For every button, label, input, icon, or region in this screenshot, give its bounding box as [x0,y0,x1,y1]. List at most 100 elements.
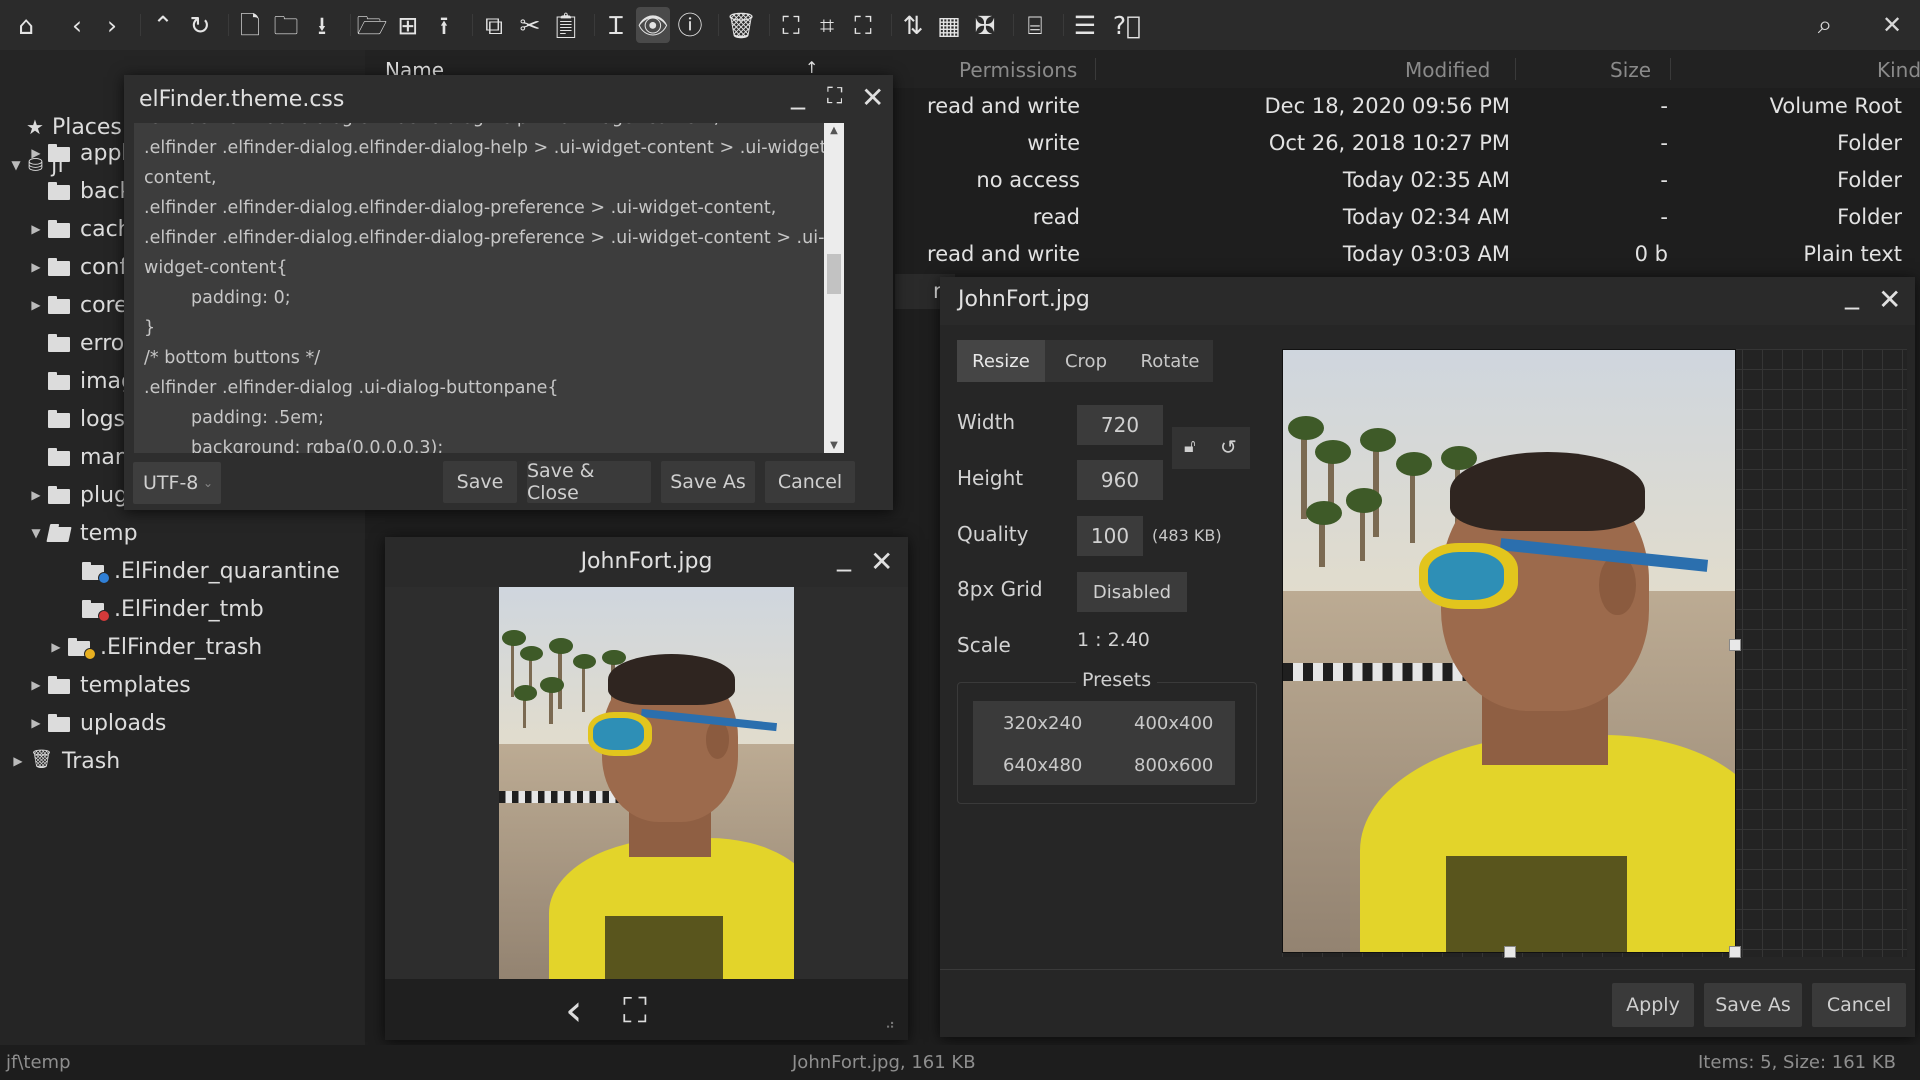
column-kind[interactable]: Kind [1877,58,1920,82]
expand-arrow-icon[interactable]: ▶ [28,260,44,274]
sort-icon[interactable]: ⇅ [896,7,930,43]
editor-dialog-titlebar[interactable]: elFinder.theme.css _ ⛶ ✕ [124,75,893,123]
tree-item[interactable]: logs [28,402,125,436]
view-grid-icon[interactable]: ▦ [932,7,966,43]
back-icon[interactable]: ‹ [60,7,94,43]
reload-icon[interactable]: ↻ [183,7,217,43]
resize-grip-icon[interactable]: ⣠ [885,1013,895,1029]
preferences-icon[interactable]: ☰ [1068,7,1102,43]
resize-handle-right[interactable] [1729,639,1741,651]
new-file-icon[interactable]: 🗋 [233,7,267,43]
expand-arrow-icon[interactable]: ▶ [28,298,44,312]
tree-item[interactable]: .ElFinder_quarantine [62,554,340,588]
file-row[interactable]: read and write Dec 18, 2020 09:56 PM - Volu… [900,88,1920,125]
minimize-icon[interactable]: _ [837,542,851,570]
save-close-button[interactable]: Save & Close [527,460,651,504]
preview-dialog-titlebar[interactable]: JohnFort.jpg _ ✕ [385,537,908,587]
netmount-icon[interactable]: ⌸ [1018,7,1052,43]
rename-icon[interactable]: Ɪ [599,7,633,43]
expand-arrow-icon[interactable]: ▶ [28,146,44,160]
width-input[interactable]: 720 [1077,405,1163,445]
close-icon[interactable]: ✕ [870,548,893,576]
scroll-up-icon[interactable]: ▲ [824,125,844,136]
upload-icon[interactable]: ⭱ [427,7,461,43]
column-size[interactable]: Size [1610,58,1651,82]
preview-image[interactable] [499,587,794,979]
tree-item[interactable]: ▶ cach [28,212,131,246]
tab-resize[interactable]: Resize [957,340,1045,382]
up-icon[interactable]: ⌃ [146,7,180,43]
tree-item[interactable]: back [28,174,132,208]
resize-icon[interactable]: ⛶ [774,7,808,43]
search-icon[interactable]: ⌕ [1808,7,1842,43]
quality-input[interactable]: 100 [1077,516,1143,556]
editor-scrollbar[interactable]: ▲ ▼ [824,123,844,453]
save-as-button[interactable]: Save As [1704,983,1802,1027]
resize-handle-bottom[interactable] [1504,946,1516,958]
cancel-button[interactable]: Cancel [765,461,855,503]
lock-icon[interactable]: 🔓︎ [1184,436,1196,457]
image-canvas[interactable] [1282,349,1907,958]
column-modified[interactable]: Modified [1405,58,1490,82]
expand-arrow-icon[interactable]: ▶ [48,640,64,654]
tree-item[interactable]: ▶ core [28,288,127,322]
help-icon[interactable]: ?⃝ [1110,7,1144,43]
reset-icon[interactable]: ↺ [1220,435,1237,459]
fullscreen-icon[interactable]: ⛶ [827,86,842,108]
expand-arrow-icon[interactable]: ▶ [28,222,44,236]
tree-item[interactable]: ▶ uploads [28,706,166,740]
tree-item[interactable]: ▶ .ElFinder_trash [48,630,262,664]
info-icon[interactable]: ⓘ [673,7,707,43]
home-icon[interactable]: ⌂ [9,7,43,43]
tab-crop[interactable]: Crop [1045,340,1127,382]
quicklook-icon[interactable]: 👁︎ [636,7,670,43]
tab-rotate[interactable]: Rotate [1127,340,1213,382]
minimize-icon[interactable]: _ [791,80,805,108]
save-button[interactable]: Save [443,461,517,503]
tree-item[interactable]: ▼ temp [28,516,137,550]
file-row[interactable]: read Today 02:34 AM - Folder [900,199,1920,236]
code-editor[interactable]: .elfinder .elfinder-dialog.elfinder-dial… [134,123,824,453]
forward-icon[interactable]: › [95,7,129,43]
crop-icon[interactable]: ⌗ [810,7,844,43]
delete-icon[interactable]: 🗑︎ [724,7,758,43]
file-row[interactable]: read and write Today 03:03 AM 0 b Plain tex… [900,236,1920,273]
tree-item[interactable]: ▶ templates [28,668,190,702]
fullscreen-icon[interactable]: ⛶ [623,991,647,1031]
encoding-select[interactable]: UTF-8 ⌄ [133,462,221,504]
preset-button[interactable]: 320x240 [1003,713,1082,734]
cut-icon[interactable]: ✂ [513,7,547,43]
tree-item[interactable]: mani [28,440,135,474]
scroll-thumb[interactable] [827,254,841,294]
column-permissions[interactable]: Permissions [959,58,1077,82]
expanded-arrow-icon[interactable]: ▼ [8,158,24,172]
scroll-down-icon[interactable]: ▼ [824,440,844,451]
resize-dialog-titlebar[interactable]: JohnFort.jpg _ ✕ [940,277,1915,325]
tree-item[interactable]: ▶ appli [28,136,133,170]
preset-button[interactable]: 800x600 [1134,755,1213,776]
resize-image[interactable] [1282,349,1736,953]
paste-icon[interactable]: 📋︎ [549,7,583,43]
expand-arrow-icon[interactable]: ▼ [28,526,44,540]
select-icon[interactable]: ✠ [968,7,1002,43]
resize-handle-corner[interactable] [1729,946,1741,958]
download-icon[interactable]: ⭳ [305,7,339,43]
tree-item[interactable]: ▶ plugi [28,478,134,512]
cancel-button[interactable]: Cancel [1812,983,1906,1027]
expand-arrow-icon[interactable]: ▶ [28,716,44,730]
expand-arrow-icon[interactable]: ▶ [28,488,44,502]
archive-icon[interactable]: ⊞ [391,7,425,43]
file-row[interactable]: write Oct 26, 2018 10:27 PM - Folder [900,125,1920,162]
expand-arrow-icon[interactable]: ▶ [28,678,44,692]
close-icon[interactable]: ✕ [861,84,884,112]
new-folder-icon[interactable]: 🗀 [269,7,303,43]
close-icon[interactable]: ✕ [1875,7,1909,43]
tree-item[interactable]: ▶ confi [28,250,133,284]
tree-item[interactable]: imag [28,364,135,398]
file-row[interactable]: no access Today 02:35 AM - Folder [900,162,1920,199]
save-as-button[interactable]: Save As [661,461,755,503]
expand-arrow-icon[interactable]: ▶ [10,754,26,768]
copy-icon[interactable]: ⧉ [477,7,511,43]
preset-button[interactable]: 640x480 [1003,755,1082,776]
minimize-icon[interactable]: _ [1845,280,1859,308]
